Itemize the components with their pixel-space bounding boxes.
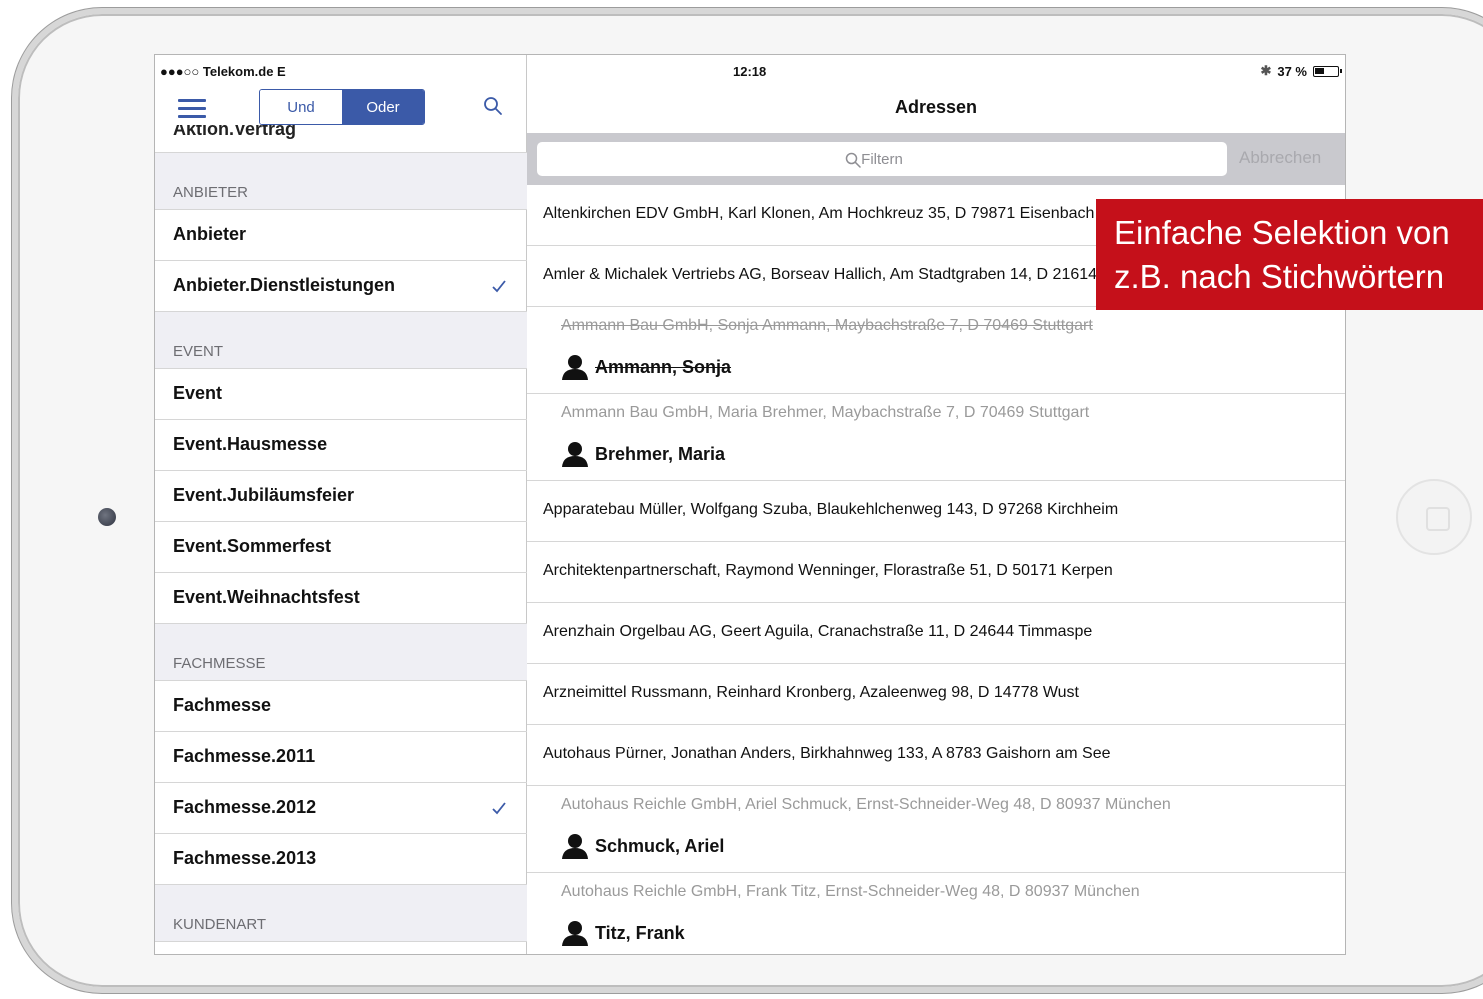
keyword-row[interactable]: Event.Sommerfest xyxy=(155,522,527,573)
clock: 12:18 xyxy=(733,64,767,79)
contact-row[interactable]: Ammann Bau GmbH, Maria Brehmer, Maybachs… xyxy=(527,394,1345,481)
keyword-row[interactable]: Fachmesse xyxy=(155,681,527,732)
keyword-label: Fachmesse.2013 xyxy=(173,848,317,868)
address-text: Autohaus Reichle GmbH, Frank Titz, Ernst… xyxy=(561,883,1140,900)
address-row[interactable]: Autohaus Pürner, Jonathan Anders, Birkha… xyxy=(527,725,1345,786)
address-row[interactable]: Apparatebau Müller, Wolfgang Szuba, Blau… xyxy=(527,481,1345,542)
keyword-label: Fachmesse.2012 xyxy=(173,797,317,817)
address-text: Architektenpartnerschaft, Raymond Wennin… xyxy=(543,562,1113,579)
keyword-row[interactable]: Fachmesse.2011 xyxy=(155,732,527,783)
keyword-label: Anbieter xyxy=(173,224,247,244)
contact-line: Schmuck, Ariel xyxy=(561,833,724,859)
contact-row[interactable]: Autohaus Reichle GmbH, Frank Titz, Ernst… xyxy=(527,873,1345,954)
addresses-panel: Adressen Abbrechen Altenkirchen EDV GmbH… xyxy=(527,55,1345,954)
contact-line: Ammann, Sonja xyxy=(561,354,731,380)
battery-percent: 37 % xyxy=(1277,63,1307,79)
callout-line-2: z.B. nach Stichwörtern xyxy=(1114,258,1445,295)
keyword-label: Fachmesse xyxy=(173,695,272,715)
segment-und[interactable]: Und xyxy=(260,90,342,124)
contact-name: Titz, Frank xyxy=(595,922,685,943)
address-text: Arzneimittel Russmann, Reinhard Kronberg… xyxy=(543,684,1079,701)
person-icon xyxy=(562,442,588,467)
address-text: Autohaus Pürner, Jonathan Anders, Birkha… xyxy=(543,745,1111,762)
checkmark-icon xyxy=(492,280,506,293)
keyword-label: Fachmesse.2011 xyxy=(173,746,316,766)
page-title: Adressen xyxy=(894,97,978,117)
person-icon xyxy=(562,921,588,946)
keyword-label: Event.Jubiläumsfeier xyxy=(173,485,355,505)
callout-line-1: Einfache Selektion von xyxy=(1114,214,1450,251)
keyword-label: Event.Sommerfest xyxy=(173,536,332,556)
keyword-row[interactable]: Fachmesse.2013 xyxy=(155,834,527,885)
address-text: Amler & Michalek Vertriebs AG, Borseav H… xyxy=(543,266,1178,283)
address-text: Altenkirchen EDV GmbH, Karl Klonen, Am H… xyxy=(543,205,1095,222)
status-bar: ●●●○○ Telekom.de E 12:18 ✱ 37 % xyxy=(155,55,1345,85)
keyword-list: Aktion.Vertrag ANBIETER Anbieter Anbieter.… xyxy=(155,125,527,942)
contact-row[interactable]: Ammann Bau GmbH, Sonja Ammann, Maybachst… xyxy=(527,307,1345,394)
keyword-row[interactable]: Anbieter xyxy=(155,210,527,261)
keyword-row[interactable]: Fachmesse.2012 xyxy=(155,783,527,834)
segment-oder[interactable]: Oder xyxy=(342,90,424,124)
search-icon xyxy=(845,152,861,168)
camera-icon xyxy=(98,508,116,526)
carrier-label: ●●●○○ Telekom.de E xyxy=(160,64,286,79)
address-text: Autohaus Reichle GmbH, Ariel Schmuck, Er… xyxy=(561,796,1171,813)
cancel-button[interactable]: Abbrechen xyxy=(1239,148,1321,168)
und-oder-segmented-control[interactable]: Und Oder xyxy=(259,89,425,125)
address-text: Apparatebau Müller, Wolfgang Szuba, Blau… xyxy=(543,501,1119,518)
list-item-label: Aktion.Vertrag xyxy=(173,125,297,139)
keyword-row[interactable]: Event.Hausmesse xyxy=(155,420,527,471)
keyword-label: Event.Weihnachtsfest xyxy=(173,587,360,607)
address-text: Ammann Bau GmbH, Maria Brehmer, Maybachs… xyxy=(561,404,1090,421)
address-row[interactable]: Arzneimittel Russmann, Reinhard Kronberg… xyxy=(527,664,1345,725)
contact-line: Brehmer, Maria xyxy=(561,441,725,467)
section-header: EVENT xyxy=(155,312,527,369)
address-row[interactable]: Arenzhain Orgelbau AG, Geert Aguila, Cra… xyxy=(527,603,1345,664)
search-icon[interactable] xyxy=(483,96,503,116)
address-text: Ammann Bau GmbH, Sonja Ammann, Maybachst… xyxy=(561,317,1093,334)
screen: Und Oder Aktion.Vertrag ANBIETER Anbieter… xyxy=(154,54,1346,955)
list-item-cut[interactable]: Aktion.Vertrag xyxy=(155,125,527,153)
keyword-row[interactable]: Event.Weihnachtsfest xyxy=(155,573,527,624)
keyword-row[interactable]: Event.Jubiläumsfeier xyxy=(155,471,527,522)
section-header: FACHMESSE xyxy=(155,624,527,681)
contact-name: Brehmer, Maria xyxy=(595,443,726,464)
section-header: ANBIETER xyxy=(155,153,527,210)
keyword-panel: Und Oder Aktion.Vertrag ANBIETER Anbieter… xyxy=(155,55,527,954)
keyword-row[interactable]: Anbieter.Dienstleistungen xyxy=(155,261,527,312)
section-header: KUNDENART xyxy=(155,885,527,942)
home-button[interactable] xyxy=(1396,479,1472,555)
battery-icon xyxy=(1313,65,1342,77)
contact-row[interactable]: Autohaus Reichle GmbH, Ariel Schmuck, Er… xyxy=(527,786,1345,873)
person-icon xyxy=(562,834,588,859)
callout-banner: Einfache Selektion von z.B. nach Stichwö… xyxy=(1096,199,1483,310)
checkmark-icon xyxy=(492,802,506,815)
keyword-label: Anbieter.Dienstleistungen xyxy=(173,275,396,295)
address-row[interactable]: Architektenpartnerschaft, Raymond Wennin… xyxy=(527,542,1345,603)
keyword-label: Event xyxy=(173,383,223,403)
address-text: Arenzhain Orgelbau AG, Geert Aguila, Cra… xyxy=(543,623,1093,640)
keyword-label: Event.Hausmesse xyxy=(173,434,328,454)
status-right: ✱ 37 % xyxy=(1260,63,1342,79)
filter-input[interactable] xyxy=(537,142,1227,176)
keyword-row[interactable]: Event xyxy=(155,369,527,420)
contact-name: Schmuck, Ariel xyxy=(595,835,725,856)
bluetooth-icon: ✱ xyxy=(1260,63,1272,78)
filter-bar: Abbrechen xyxy=(527,133,1345,185)
hamburger-menu-icon[interactable] xyxy=(178,99,206,119)
contact-name: Ammann, Sonja xyxy=(595,356,732,377)
person-icon xyxy=(562,355,588,380)
contact-line: Titz, Frank xyxy=(561,920,685,946)
